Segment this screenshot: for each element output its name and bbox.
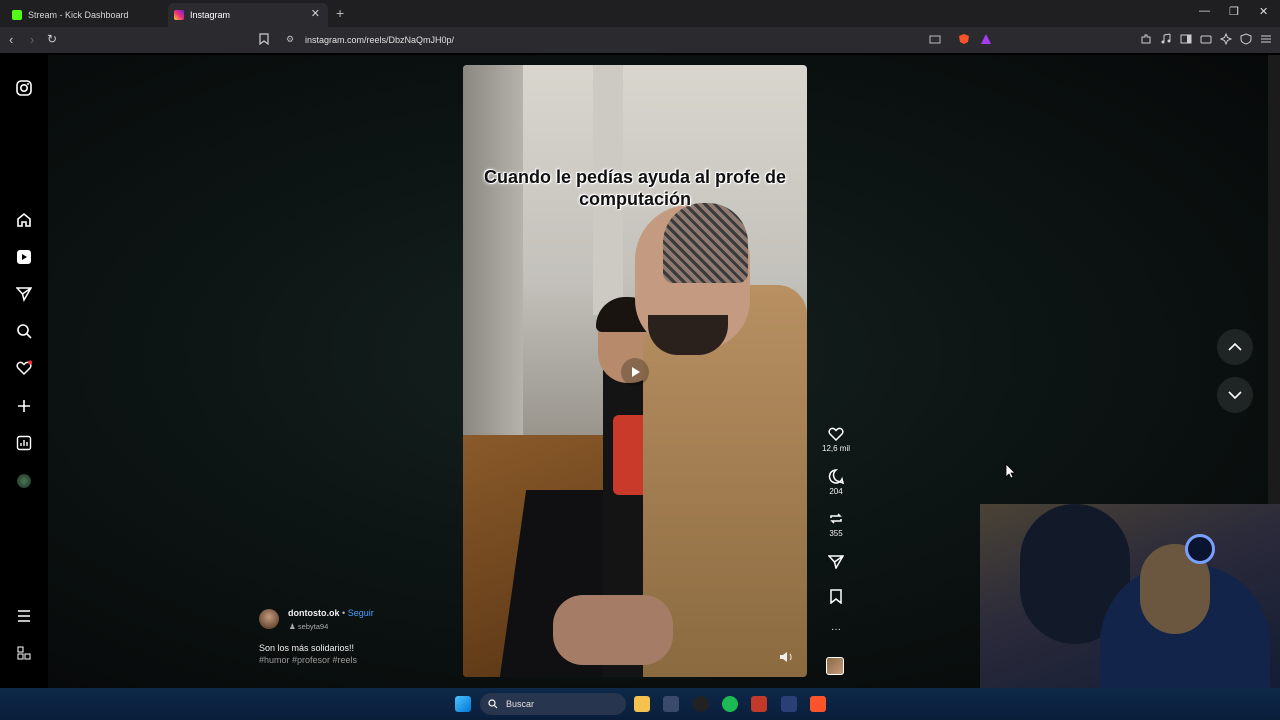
- dashboard-icon[interactable]: [14, 433, 34, 453]
- app-icon[interactable]: [751, 696, 767, 712]
- play-icon[interactable]: [621, 358, 649, 386]
- home-icon[interactable]: [14, 210, 34, 230]
- reload-icon[interactable]: ↻: [47, 32, 57, 46]
- create-post-icon[interactable]: [14, 396, 34, 416]
- comment-icon: [828, 469, 844, 484]
- audio-line[interactable]: ♟ sebyta94: [289, 622, 328, 631]
- comment-count: 204: [829, 487, 843, 496]
- search-icon[interactable]: [14, 321, 34, 341]
- close-tab-icon[interactable]: ✕: [311, 7, 320, 20]
- vpn-icon[interactable]: [1240, 33, 1252, 45]
- webcam-scene-headphones: [1185, 534, 1215, 564]
- comment-button[interactable]: 204: [822, 469, 850, 496]
- start-icon[interactable]: [455, 696, 471, 712]
- media-icon[interactable]: [1160, 33, 1172, 45]
- windows-taskbar: [0, 688, 1280, 720]
- search-icon: [488, 699, 498, 709]
- tab-kick-dashboard[interactable]: Stream - Kick Dashboard: [6, 3, 166, 27]
- repost-count: 355: [829, 529, 843, 538]
- separator-dot: •: [342, 608, 346, 618]
- like-count: 12,6 mil: [822, 444, 851, 453]
- minimize-icon[interactable]: —: [1199, 5, 1210, 17]
- obs-icon[interactable]: [693, 696, 709, 712]
- url-field[interactable]: instagram.com/reels/DbzNaQmJH0p/: [305, 35, 454, 45]
- close-window-icon[interactable]: ✕: [1259, 5, 1268, 18]
- share-icon: [828, 555, 844, 569]
- video-scene-tattoo: [663, 203, 748, 283]
- forward-icon[interactable]: ›: [30, 32, 34, 47]
- person-icon: ♟: [289, 622, 296, 631]
- extensions-icon[interactable]: [1140, 33, 1152, 45]
- like-button[interactable]: 12,6 mil: [822, 426, 850, 453]
- chevron-down-icon: [1228, 391, 1242, 400]
- more-menu-icon[interactable]: [14, 606, 34, 626]
- restore-icon[interactable]: ❐: [1229, 5, 1239, 18]
- next-reel-button[interactable]: [1217, 377, 1253, 413]
- video-scene-hand: [553, 595, 673, 665]
- address-toolbar: ‹ › ↻ ⚙ instagram.com/reels/DbzNaQmJH0p/: [0, 27, 1280, 54]
- chevron-up-icon: [1228, 342, 1242, 351]
- author-line: dontosto.ok • Seguir: [288, 608, 374, 618]
- store-icon[interactable]: [663, 696, 679, 712]
- sidebar-toggle-icon[interactable]: [1180, 33, 1192, 45]
- reel-hashtags[interactable]: #humor #profesor #reels: [259, 655, 357, 665]
- volume-icon[interactable]: [778, 650, 796, 664]
- tab-title: Stream - Kick Dashboard: [28, 10, 129, 20]
- tab-title: Instagram: [190, 10, 231, 20]
- messages-icon[interactable]: [14, 284, 34, 304]
- share-button[interactable]: [822, 554, 850, 572]
- video-caption: Cuando le pedías ayuda al profe de compu…: [483, 167, 787, 209]
- brave-rewards-icon[interactable]: [980, 33, 992, 45]
- reels-icon[interactable]: [14, 247, 34, 267]
- previous-reel-button[interactable]: [1217, 329, 1253, 365]
- tab-instagram[interactable]: Instagram ✕: [168, 3, 328, 27]
- new-tab-button[interactable]: +: [336, 5, 344, 21]
- spotify-icon[interactable]: [722, 696, 738, 712]
- leo-ai-icon[interactable]: [1220, 33, 1232, 45]
- brave-shield-icon[interactable]: [958, 33, 970, 45]
- more-options-button[interactable]: ···: [822, 624, 850, 635]
- profile-avatar[interactable]: [14, 471, 34, 491]
- taskbar-search[interactable]: Buscar: [480, 693, 626, 715]
- app-icon-2[interactable]: [781, 696, 797, 712]
- author-avatar[interactable]: [259, 609, 279, 629]
- instagram-favicon-icon: [174, 10, 184, 20]
- instagram-sidebar: [0, 55, 48, 688]
- cast-icon[interactable]: [929, 33, 941, 45]
- author-username[interactable]: dontosto.ok: [288, 608, 340, 618]
- also-from-meta-icon[interactable]: [14, 643, 34, 663]
- kick-favicon-icon: [12, 10, 22, 20]
- taskbar-search-placeholder: Buscar: [506, 699, 535, 709]
- instagram-logo-icon[interactable]: [14, 78, 34, 98]
- audio-name: sebyta94: [297, 622, 329, 631]
- reel-description: Son los más solidarios!!: [259, 643, 355, 653]
- mouse-cursor-icon: [1005, 463, 1015, 479]
- file-explorer-icon[interactable]: [634, 696, 650, 712]
- heart-icon: [828, 427, 844, 441]
- save-button[interactable]: [822, 589, 850, 607]
- repost-button[interactable]: 355: [822, 511, 850, 538]
- video-scene-beard: [648, 315, 728, 355]
- menu-icon[interactable]: [1260, 33, 1272, 45]
- site-info-icon[interactable]: ⚙: [286, 34, 294, 45]
- browser-tabbar: Stream - Kick Dashboard Instagram ✕ + — …: [0, 0, 1280, 27]
- back-icon[interactable]: ‹: [9, 32, 13, 47]
- notifications-heart-icon[interactable]: [14, 358, 34, 378]
- bookmark-icon: [830, 589, 842, 604]
- bookmark-icon[interactable]: [259, 33, 269, 45]
- brave-browser-icon[interactable]: [810, 696, 826, 712]
- repost-icon: [830, 513, 842, 524]
- wallet-icon[interactable]: [1200, 33, 1212, 45]
- follow-button[interactable]: Seguir: [348, 608, 374, 618]
- more-options-label: ···: [831, 624, 841, 635]
- audio-thumbnail[interactable]: [826, 657, 844, 675]
